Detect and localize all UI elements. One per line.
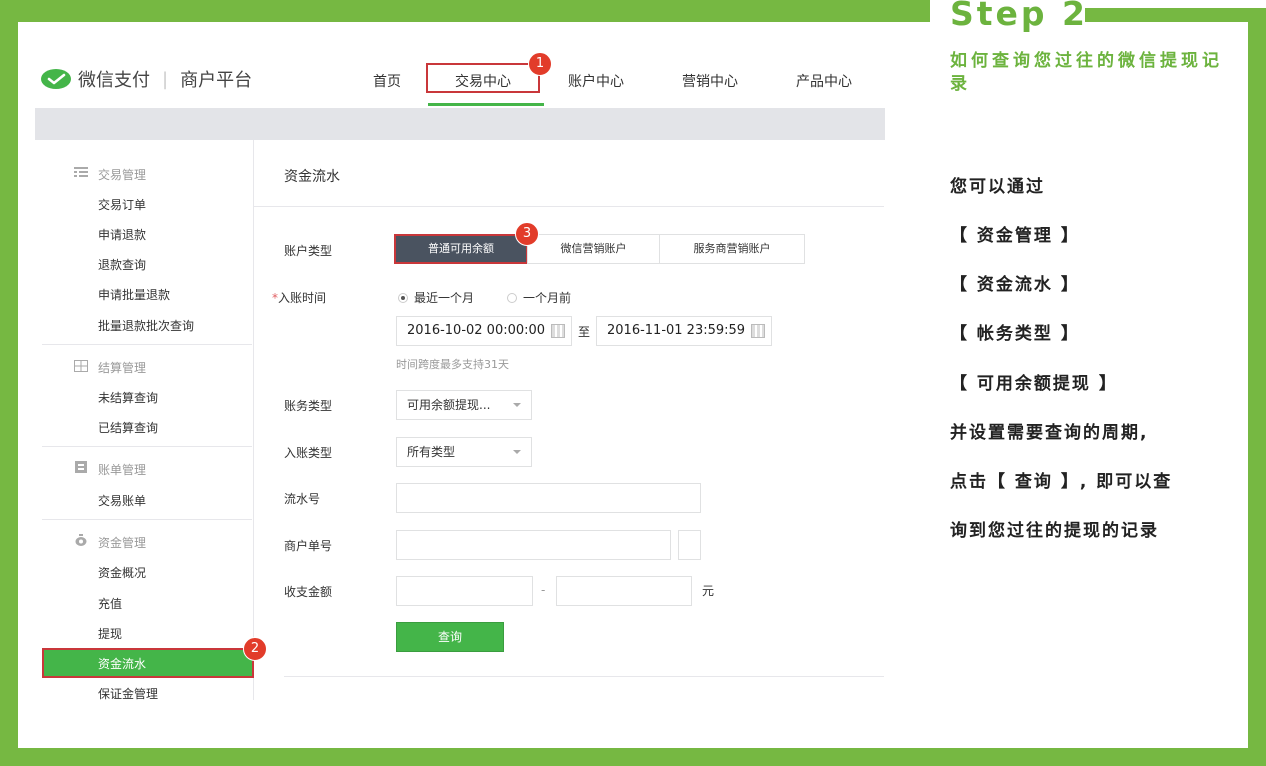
account-type-service-marketing[interactable]: 服务商营销账户	[659, 234, 805, 264]
instruction-line: 【 资金流水 】	[950, 275, 1080, 295]
step-badge-1: 1	[528, 52, 552, 76]
calendar-icon[interactable]	[551, 324, 565, 338]
amount-label: 收支金额	[284, 585, 333, 599]
sidebar-item-fund-flow[interactable]	[42, 648, 254, 678]
instruction-line: 并设置需要查询的周期,	[950, 423, 1149, 443]
nav-account-center[interactable]: 账户中心	[568, 71, 624, 91]
entry-time-label-text: 入账时间	[278, 291, 327, 305]
amount-max-input[interactable]	[556, 576, 692, 606]
calendar-icon[interactable]	[751, 324, 765, 338]
merchant-order-label: 商户单号	[284, 539, 333, 553]
content-divider	[284, 676, 884, 677]
nav-highlight-box	[426, 63, 540, 93]
bill-type-label: 账务类型	[284, 399, 333, 413]
page-title: 资金流水	[284, 169, 340, 185]
end-date-value: 2016-11-01 23:59:59	[607, 323, 746, 338]
sidebar-group-funds: 资金管理	[98, 536, 147, 550]
sidebar-group-bills: 账单管理	[98, 463, 147, 477]
brand-separator: |	[162, 68, 169, 90]
content-divider	[254, 206, 884, 207]
sidebar-item-withdraw[interactable]: 提现	[98, 625, 122, 642]
merchant-order-extra-field[interactable]	[678, 530, 701, 560]
bill-icon	[75, 461, 87, 473]
bill-type-value: 可用余额提现...	[407, 398, 491, 412]
nav-active-indicator	[428, 103, 544, 106]
frame-bottom-border	[0, 748, 1266, 766]
sidebar-divider	[42, 344, 252, 345]
list-icon	[74, 167, 88, 177]
step-subtitle: 如何查询您过往的微信提现记录	[950, 51, 1223, 94]
account-type-label: 账户类型	[284, 244, 333, 258]
sidebar-item-batch-refund-query[interactable]: 批量退款批次查询	[98, 317, 194, 334]
wechat-pay-icon	[41, 69, 71, 89]
account-type-wechat-marketing[interactable]: 微信营销账户	[527, 234, 660, 264]
grid-icon	[74, 360, 88, 372]
sidebar-item-orders[interactable]: 交易订单	[98, 196, 146, 213]
entry-time-label: *入账时间	[272, 289, 326, 306]
sidebar-item-batch-refund[interactable]: 申请批量退款	[98, 286, 170, 303]
serial-number-input[interactable]	[396, 483, 701, 513]
sidebar-item-fund-overview[interactable]: 资金概况	[98, 564, 146, 581]
serial-number-label: 流水号	[284, 492, 321, 506]
sidebar-item-fund-flow-label: 资金流水	[98, 657, 147, 671]
frame-top-right-border	[1085, 8, 1266, 22]
instruction-line: 点击【 查询 】, 即可以查	[950, 472, 1173, 492]
sidebar-item-refund-query[interactable]: 退款查询	[98, 256, 146, 273]
radio-checked-icon	[398, 292, 408, 303]
instruction-line: 询到您过往的提现的记录	[950, 521, 1159, 541]
date-separator: 至	[578, 325, 591, 339]
header-gray-bar	[35, 108, 885, 140]
chevron-down-icon	[513, 403, 521, 407]
sidebar-group-settlement: 结算管理	[98, 361, 147, 375]
brand-logo[interactable]: 微信支付 | 商户平台	[40, 66, 252, 92]
merchant-order-input[interactable]	[396, 530, 671, 560]
step-badge-3: 3	[515, 222, 539, 246]
instruction-line: 【 可用余额提现 】	[950, 374, 1118, 394]
amount-unit: 元	[702, 584, 715, 598]
end-date-input[interactable]: 2016-11-01 23:59:59	[596, 316, 772, 346]
nav-marketing-center[interactable]: 营销中心	[682, 71, 738, 91]
nav-product-center[interactable]: 产品中心	[796, 71, 852, 91]
radio-month-ago[interactable]: 一个月前	[507, 289, 571, 306]
nav-home[interactable]: 首页	[373, 71, 401, 91]
sidebar-item-refund[interactable]: 申请退款	[98, 226, 146, 243]
frame-right-border	[1248, 8, 1266, 766]
account-type-normal[interactable]: 普通可用余额	[394, 234, 528, 264]
step-badge-2: 2	[243, 637, 267, 661]
radio-last-month[interactable]: 最近一个月	[398, 289, 474, 306]
sidebar-item-transaction-bill[interactable]: 交易账单	[98, 492, 146, 509]
radio-last-month-label: 最近一个月	[414, 291, 475, 305]
amount-min-input[interactable]	[396, 576, 533, 606]
start-date-input[interactable]: 2016-10-02 00:00:00	[396, 316, 572, 346]
step-title: Step 2	[950, 0, 1088, 33]
sidebar-item-settled[interactable]: 已结算查询	[98, 419, 158, 436]
entry-type-select[interactable]: 所有类型	[396, 437, 532, 467]
date-range-hint: 时间跨度最多支持31天	[396, 358, 509, 371]
bill-type-select[interactable]: 可用余额提现...	[396, 390, 532, 420]
sidebar-group-transaction: 交易管理	[98, 168, 147, 182]
brand-name: 微信支付	[78, 70, 150, 91]
amount-separator: -	[541, 583, 546, 597]
entry-type-value: 所有类型	[407, 445, 456, 459]
frame-top-border	[0, 0, 930, 22]
chevron-down-icon	[513, 450, 521, 454]
instruction-line: 您可以通过	[950, 177, 1045, 197]
sidebar-item-unsettled[interactable]: 未结算查询	[98, 389, 158, 406]
instruction-line: 【 资金管理 】	[950, 226, 1080, 246]
query-button[interactable]: 查询	[396, 622, 504, 652]
sidebar-divider	[42, 519, 252, 520]
sidebar-item-recharge[interactable]: 充值	[98, 595, 122, 612]
platform-name: 商户平台	[180, 70, 253, 91]
instruction-line: 【 帐务类型 】	[950, 324, 1080, 344]
sidebar-divider	[42, 446, 252, 447]
frame-left-border	[0, 0, 18, 766]
entry-type-label: 入账类型	[284, 446, 333, 460]
radio-unchecked-icon	[507, 292, 517, 303]
start-date-value: 2016-10-02 00:00:00	[407, 323, 546, 338]
money-bag-icon	[75, 534, 87, 546]
sidebar-item-deposit[interactable]: 保证金管理	[98, 685, 158, 702]
radio-month-ago-label: 一个月前	[523, 291, 572, 305]
